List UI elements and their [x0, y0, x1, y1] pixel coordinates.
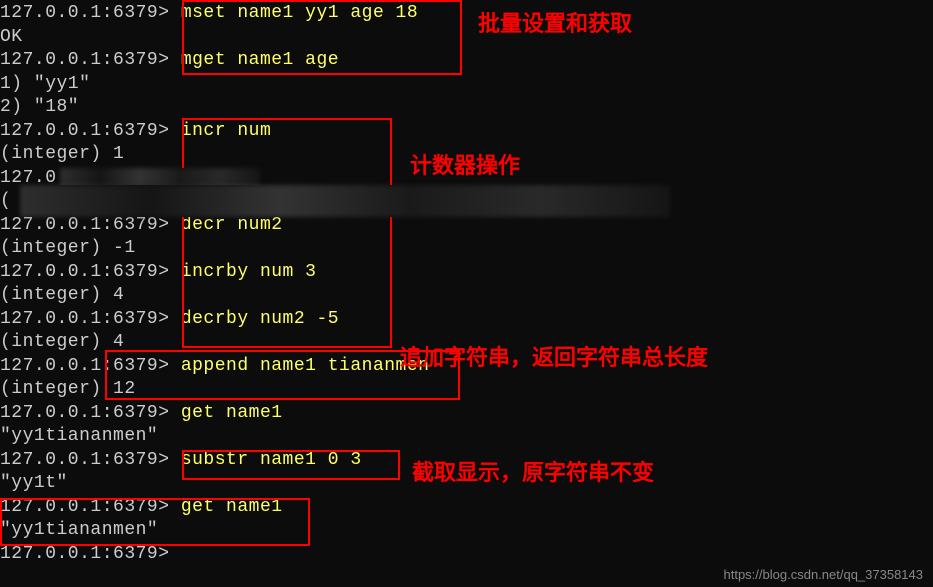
terminal-line: 127.0.0.1:6379> get name1: [0, 496, 933, 520]
terminal-line: 127.0.0.1:6379> incr num: [0, 120, 933, 144]
prompt: 127.0.0.1:6379>: [0, 215, 181, 235]
result-text: OK: [0, 27, 23, 47]
command-text: incrby num 3: [181, 262, 317, 282]
result-text: (integer) 4: [0, 332, 124, 352]
terminal-line: 127.0.0.1:6379> append name1 tiananmen: [0, 355, 933, 379]
command-text: incr num: [181, 121, 271, 141]
result-text: "yy1t": [0, 473, 68, 493]
command-text: mset name1 yy1 age 18: [181, 3, 418, 23]
prompt: 127.0.0.1:6379>: [0, 450, 181, 470]
terminal-output[interactable]: 127.0.0.1:6379> mset name1 yy1 age 18OK1…: [0, 0, 933, 568]
terminal-line: 127.0.0.1:6379> decr num2: [0, 214, 933, 238]
command-text: mget name1 age: [181, 50, 339, 70]
result-text: (integer) 4: [0, 285, 124, 305]
terminal-line: 127.0.0.1:6379> incrby num 3: [0, 261, 933, 285]
result-text: 2) "18": [0, 97, 79, 117]
prompt: 127.0.0.1:6379>: [0, 497, 181, 517]
result-text: "yy1tiananmen": [0, 426, 158, 446]
prompt: 127.0.0.1:6379>: [0, 356, 181, 376]
terminal-line: "yy1tiananmen": [0, 519, 933, 543]
prompt: 127.0.0.1:6379>: [0, 262, 181, 282]
command-text: get name1: [181, 403, 283, 423]
result-text: (integer) -1: [0, 238, 136, 258]
terminal-line: (integer) 12: [0, 378, 933, 402]
terminal-line: "yy1tiananmen": [0, 425, 933, 449]
terminal-line: (integer) 1: [0, 143, 933, 167]
terminal-line: 127.0.0.1:6379> get name1: [0, 402, 933, 426]
terminal-line: 127.0.0.1:6379> decrby num2 -5: [0, 308, 933, 332]
terminal-line: 127.0.0.1:6379>: [0, 543, 933, 567]
result-text: (integer) 12: [0, 379, 136, 399]
prompt: 127.0.0.1:6379>: [0, 309, 181, 329]
terminal-line: "yy1t": [0, 472, 933, 496]
prompt: 127.0.0.1:6379>: [0, 403, 181, 423]
terminal-line: (integer) 4: [0, 331, 933, 355]
prompt: 127.0.0.1:6379>: [0, 50, 181, 70]
prompt: 127.0.0.1:6379>: [0, 544, 181, 564]
terminal-line: 127.0.0.1:6379> mset name1 yy1 age 18: [0, 2, 933, 26]
prompt: 127.0.0.1:6379>: [0, 121, 181, 141]
result-text: 1) "yy1": [0, 74, 90, 94]
terminal-line: 2) "18": [0, 96, 933, 120]
watermark: https://blog.csdn.net/qq_37358143: [724, 567, 924, 582]
terminal-line: 127.0.0.1:6379> mget name1 age: [0, 49, 933, 73]
terminal-line: OK: [0, 26, 933, 50]
terminal-line: (integer) 4: [0, 284, 933, 308]
result-text: "yy1tiananmen": [0, 520, 158, 540]
command-text: append name1 tiananmen: [181, 356, 430, 376]
result-text: (: [0, 191, 11, 211]
command-text: decr num2: [181, 215, 283, 235]
result-text: (integer) 1: [0, 144, 124, 164]
command-text: get name1: [181, 497, 283, 517]
prompt: 127.0.0.1:6379>: [0, 3, 181, 23]
censored-block-2: [20, 185, 670, 217]
command-text: decrby num2 -5: [181, 309, 339, 329]
terminal-line: 127.0.0.1:6379> substr name1 0 3: [0, 449, 933, 473]
command-text: substr name1 0 3: [181, 450, 362, 470]
terminal-line: 1) "yy1": [0, 73, 933, 97]
terminal-line: (integer) -1: [0, 237, 933, 261]
